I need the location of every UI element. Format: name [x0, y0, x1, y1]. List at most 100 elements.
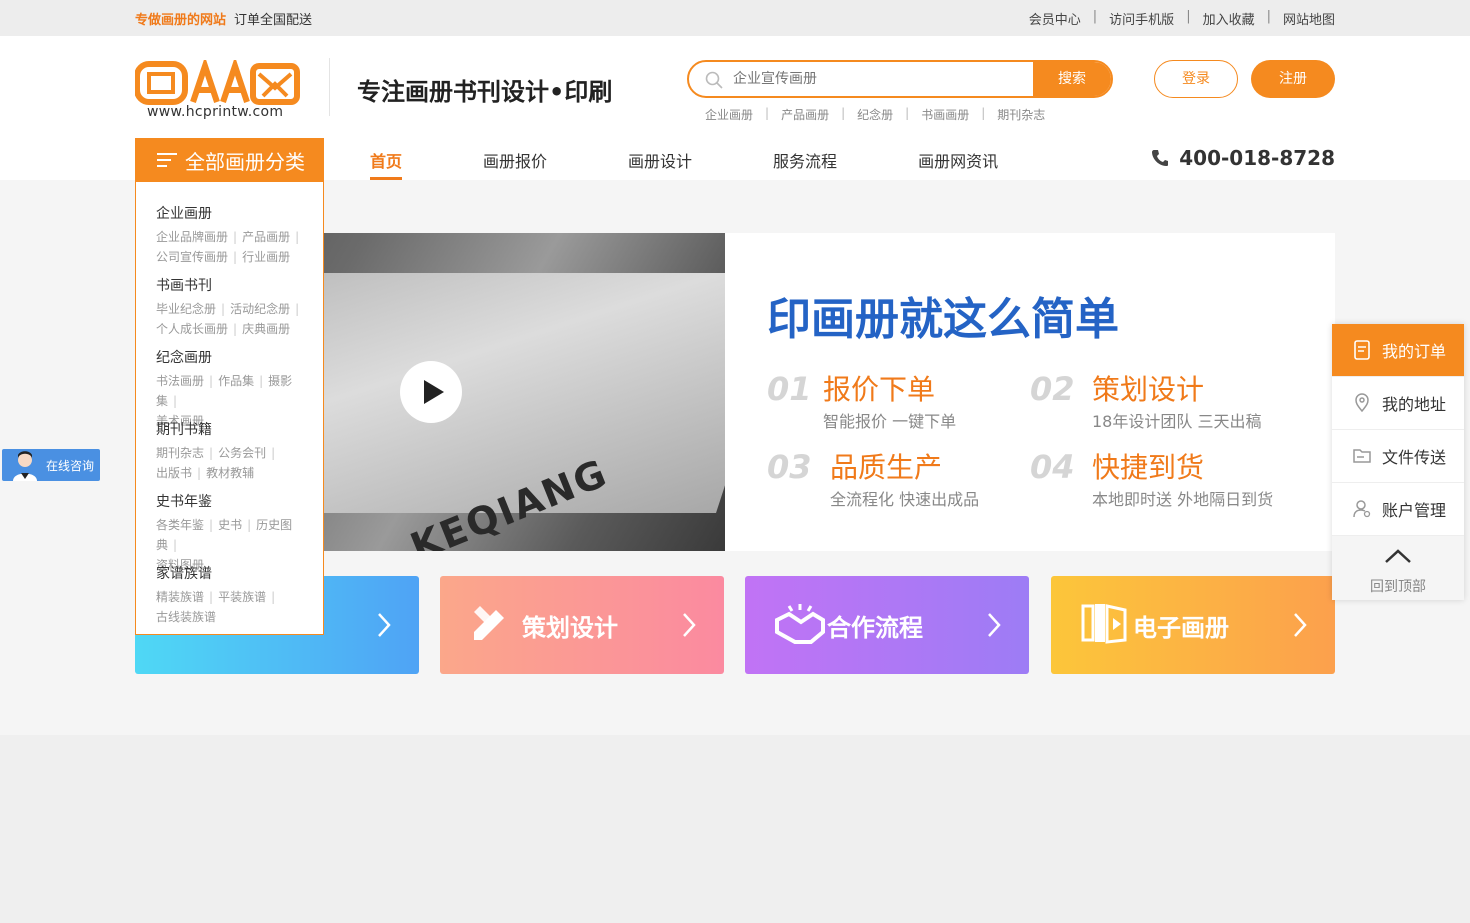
back-to-top-label: 回到顶部	[1370, 579, 1426, 595]
slogan: 专注画册书刊设计•印刷	[357, 78, 613, 106]
category-group-title[interactable]: 期刊书籍	[156, 419, 316, 439]
nav-design[interactable]: 画册设计	[628, 148, 692, 180]
hotword-link[interactable]: 产品画册	[781, 106, 829, 123]
login-button[interactable]: 登录	[1154, 60, 1238, 98]
chevron-right-icon	[988, 613, 1001, 637]
topbar-tagline: 订单全国配送	[234, 13, 313, 28]
category-group-title[interactable]: 纪念画册	[156, 347, 316, 367]
category-link[interactable]: 期刊杂志	[156, 446, 204, 460]
step-desc: 18年设计团队 三天出稿	[1092, 412, 1262, 431]
category-link[interactable]: 古线装族谱	[156, 610, 216, 624]
category-link[interactable]: 个人成长画册	[156, 322, 228, 336]
step-number: 01	[767, 370, 812, 408]
card-design[interactable]: 策划设计	[440, 576, 724, 674]
category-link[interactable]: 产品画册	[242, 230, 290, 244]
logo-url: www.hcprintw.com	[147, 104, 284, 120]
category-link[interactable]: 行业画册	[242, 250, 290, 264]
handshake-icon	[775, 604, 825, 644]
separator: |	[981, 106, 986, 120]
category-header[interactable]: 全部画册分类	[135, 138, 324, 182]
card-label: 合作流程	[827, 614, 923, 642]
nav-pricing[interactable]: 画册报价	[483, 148, 547, 180]
card-process[interactable]: 合作流程	[745, 576, 1029, 674]
category-link[interactable]: 企业品牌画册	[156, 230, 228, 244]
hotword-link[interactable]: 期刊杂志	[997, 106, 1045, 123]
separator: |	[905, 106, 910, 120]
category-link[interactable]: 书法画册	[156, 374, 204, 388]
pencil-ruler-icon	[474, 606, 504, 640]
category-link[interactable]: 作品集	[218, 374, 254, 388]
main-nav: 首页 画册报价 画册设计 服务流程 画册网资讯	[370, 148, 1079, 180]
floating-sidebar: 我的订单 我的地址 文件传送 账户管理 回到顶部	[1332, 324, 1464, 600]
nav-home[interactable]: 首页	[370, 148, 403, 180]
sidebar-item-label: 我的地址	[1382, 395, 1447, 414]
category-link[interactable]: 公务会刊	[218, 446, 266, 460]
chevron-right-icon	[378, 613, 391, 637]
category-link[interactable]: 公司宣传画册	[156, 250, 228, 264]
register-button[interactable]: 注册	[1251, 60, 1335, 98]
category-group-title[interactable]: 家谱族谱	[156, 563, 316, 583]
category-link[interactable]: 平装族谱	[218, 590, 266, 604]
card-label: 电子画册	[1133, 614, 1229, 642]
category-group-title[interactable]: 企业画册	[156, 203, 316, 223]
topbar-links: 会员中心 | 访问手机版 | 加入收藏 | 网站地图	[1029, 9, 1335, 28]
menu-icon	[157, 153, 177, 167]
category-group: 企业画册 企业品牌画册 | 产品画册 | 公司宣传画册 | 行业画册	[156, 203, 316, 267]
category-link[interactable]: 史书	[218, 518, 242, 532]
nav-service[interactable]: 服务流程	[773, 148, 837, 180]
search-icon	[705, 71, 723, 89]
category-link[interactable]: 毕业纪念册	[156, 302, 216, 316]
site-logo[interactable]: www.hcprintw.com	[134, 56, 300, 120]
category-group: 期刊书籍 期刊杂志 | 公务会刊 | 出版书 | 教材教辅	[156, 419, 316, 483]
hot-keywords: 企业画册 | 产品画册 | 纪念册 | 书画画册 | 期刊杂志	[705, 106, 1045, 123]
sidebar-item-orders[interactable]: 我的订单	[1332, 324, 1464, 377]
category-menu: 全部画册分类 企业画册 企业品牌画册 | 产品画册 | 公司宣传画册 | 行业画册 书画书刊…	[135, 138, 324, 635]
category-link[interactable]: 庆典画册	[242, 322, 290, 336]
ebook-icon	[1081, 604, 1127, 644]
nav-news[interactable]: 画册网资讯	[918, 148, 998, 180]
hotword-link[interactable]: 书画画册	[921, 106, 969, 123]
play-icon[interactable]	[400, 361, 462, 423]
separator: |	[841, 106, 846, 120]
category-group-title[interactable]: 书画书刊	[156, 275, 316, 295]
category-link[interactable]: 出版书	[156, 466, 192, 480]
link-sitemap[interactable]: 网站地图	[1283, 9, 1335, 28]
online-consult-button[interactable]: 在线咨询	[2, 449, 100, 481]
category-link[interactable]: 活动纪念册	[230, 302, 290, 316]
phone-icon	[1152, 150, 1169, 166]
hotline: 400-018-8728	[1151, 146, 1335, 170]
category-link[interactable]: 各类年鉴	[156, 518, 204, 532]
link-favorite[interactable]: 加入收藏	[1203, 9, 1255, 28]
step-desc: 智能报价 一键下单	[823, 412, 957, 431]
link-mobile[interactable]: 访问手机版	[1109, 9, 1174, 28]
hotword-link[interactable]: 纪念册	[857, 106, 893, 123]
step-name: 报价下单	[823, 373, 936, 406]
step-number: 04	[1030, 448, 1075, 486]
chevron-right-icon	[683, 613, 696, 637]
link-member-center[interactable]: 会员中心	[1029, 9, 1081, 28]
location-icon	[1355, 393, 1369, 413]
sidebar-item-label: 我的订单	[1382, 342, 1447, 361]
step-name: 快捷到货	[1092, 451, 1205, 484]
promo-title: 印画册就这么简单	[767, 294, 1119, 345]
separator: |	[1092, 9, 1098, 24]
search-input[interactable]	[733, 62, 1033, 96]
sidebar-item-account[interactable]: 账户管理	[1332, 483, 1464, 536]
category-group-title[interactable]: 史书年鉴	[156, 491, 316, 511]
card-ebook[interactable]: 电子画册	[1051, 576, 1335, 674]
logo-mark-icon	[134, 56, 300, 105]
order-icon	[1354, 340, 1370, 360]
sidebar-item-files[interactable]: 文件传送	[1332, 430, 1464, 483]
category-link[interactable]: 教材教辅	[206, 466, 254, 480]
separator: |	[765, 106, 770, 120]
step-number: 03	[767, 448, 812, 486]
category-group: 书画书刊 毕业纪念册 | 活动纪念册 | 个人成长画册 | 庆典画册	[156, 275, 316, 339]
search-button[interactable]: 搜索	[1033, 62, 1111, 96]
user-icon	[1353, 500, 1371, 518]
hotword-link[interactable]: 企业画册	[705, 106, 753, 123]
sidebar-item-address[interactable]: 我的地址	[1332, 377, 1464, 430]
category-link[interactable]: 精装族谱	[156, 590, 204, 604]
back-to-top-button[interactable]: 回到顶部	[1332, 536, 1464, 600]
separator: |	[1266, 9, 1271, 24]
topbar-brand: 专做画册的网站	[135, 13, 227, 28]
